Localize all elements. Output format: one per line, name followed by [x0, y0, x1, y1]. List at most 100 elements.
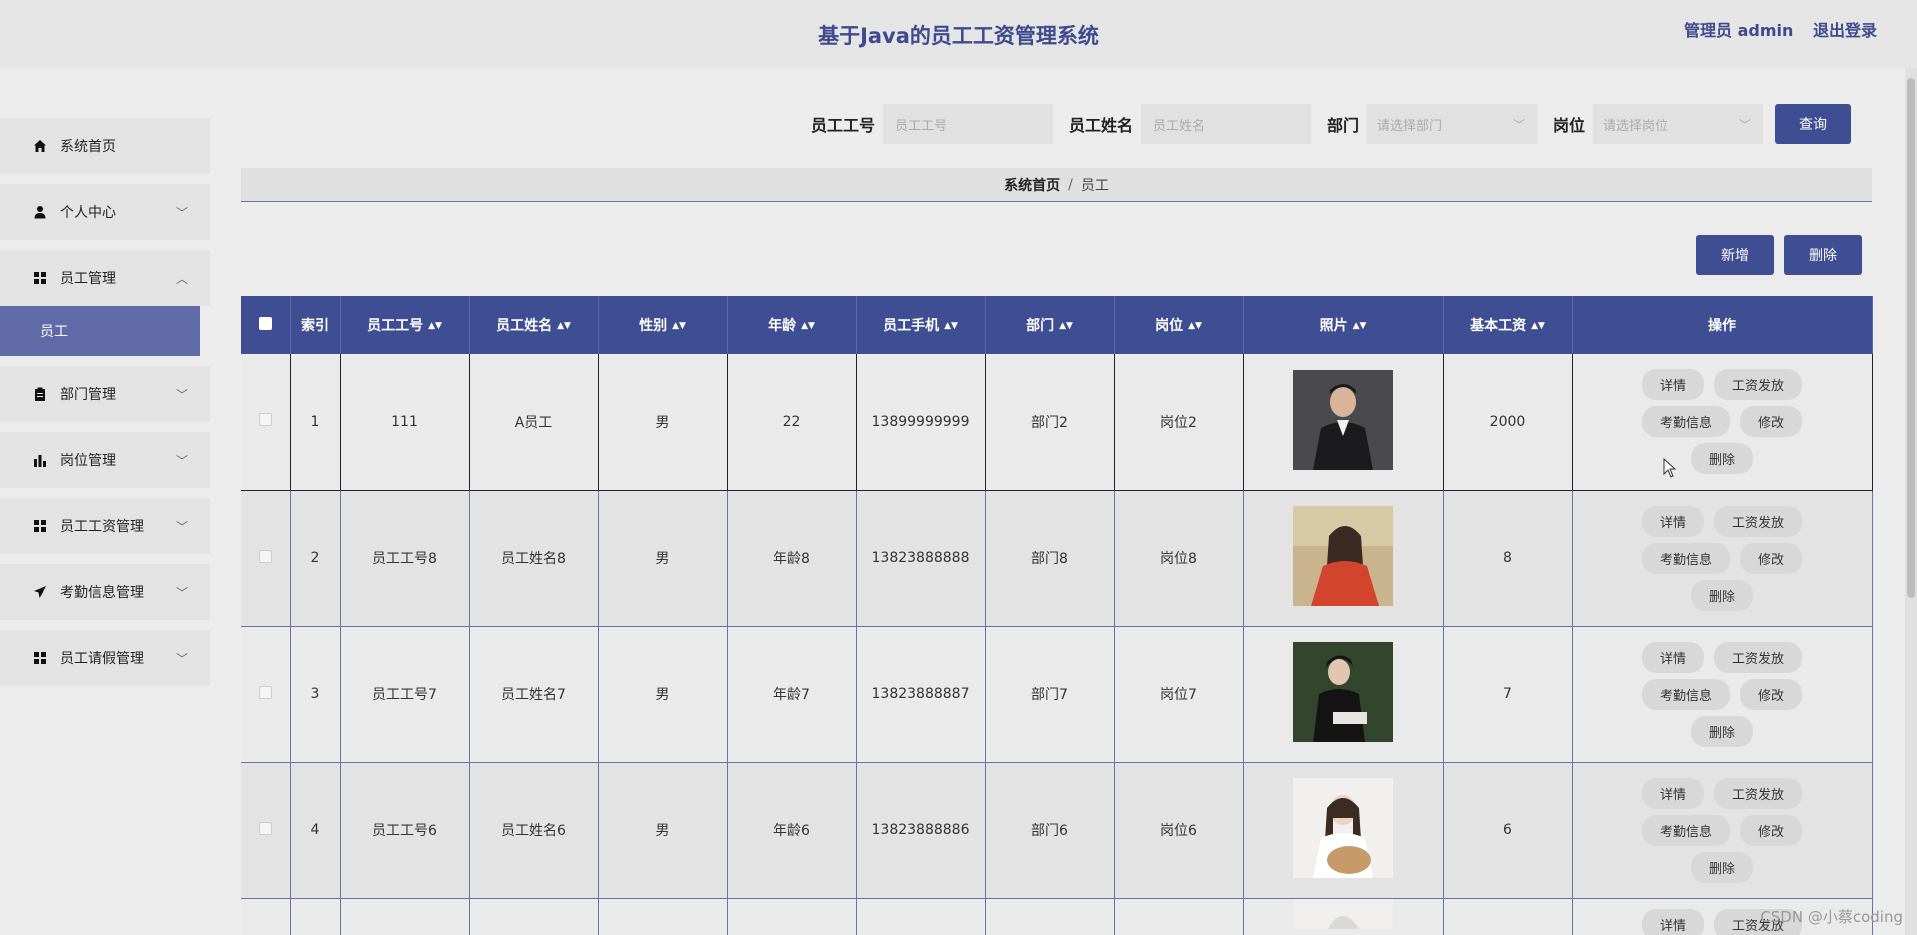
detail-button[interactable]: 详情 — [1641, 505, 1704, 537]
detail-button[interactable]: 详情 — [1641, 641, 1704, 673]
column-header[interactable]: 员工手机 ▲▼ — [856, 296, 986, 354]
sidebar-item-attendance-management[interactable]: 考勤信息管理 ﹀ — [0, 564, 210, 620]
employee-photo[interactable] — [1293, 506, 1393, 606]
row-checkbox[interactable] — [258, 549, 272, 563]
cell-photo — [1243, 898, 1444, 935]
breadcrumb-current: 员工 — [1080, 177, 1109, 194]
cell-dept: 部门7 — [985, 626, 1115, 763]
cell-gender: 男 — [598, 490, 728, 627]
emp-name-label: 员工姓名 — [1068, 116, 1133, 135]
detail-button[interactable]: 详情 — [1641, 908, 1704, 935]
cell-photo — [1243, 354, 1444, 491]
row-checkbox[interactable] — [258, 821, 272, 835]
attendance-button[interactable]: 考勤信息 — [1641, 542, 1730, 574]
sidebar-item-label: 员工管理 — [60, 271, 116, 287]
emp-name-input[interactable]: 员工姓名 — [1140, 104, 1311, 144]
watermark: CSDN @小蔡coding — [1760, 908, 1903, 926]
emp-no-input[interactable]: 员工工号 — [882, 104, 1053, 144]
column-header-label: 索引 — [301, 318, 329, 334]
chevron-down-icon: ﹀ — [175, 206, 188, 220]
detail-button[interactable]: 详情 — [1641, 777, 1704, 809]
column-header[interactable]: 基本工资 ▲▼ — [1443, 296, 1573, 354]
edit-button[interactable]: 修改 — [1740, 814, 1803, 846]
table-row: 详情 工资发放 — [241, 898, 1873, 935]
page-scrollbar[interactable] — [1905, 68, 1917, 935]
batch-delete-button[interactable]: 删除 — [1784, 235, 1862, 275]
employee-photo[interactable] — [1293, 642, 1393, 742]
column-header-label: 操作 — [1708, 318, 1736, 334]
sort-icon[interactable]: ▲▼ — [428, 321, 442, 331]
sidebar-item-label: 岗位管理 — [60, 453, 116, 469]
cell-salary: 7 — [1443, 626, 1573, 763]
sort-icon[interactable]: ▲▼ — [1059, 321, 1073, 331]
dept-select[interactable]: 请选择部门 ﹀ — [1366, 104, 1537, 144]
employee-table: 索引 员工工号 ▲▼ 员工姓名 ▲▼ 性别 ▲▼ 年龄 ▲▼ 员工手机 ▲▼ 部门 ▲▼ 岗… — [241, 296, 1873, 935]
admin-user-label[interactable]: 管理员 admin — [1684, 21, 1793, 40]
scrollbar-thumb[interactable] — [1907, 78, 1915, 598]
sort-icon[interactable]: ▲▼ — [672, 321, 686, 331]
employee-photo[interactable] — [1293, 369, 1393, 470]
sidebar-item-department-management[interactable]: 部门管理 ﹀ — [0, 366, 210, 422]
table-header-row: 索引 员工工号 ▲▼ 员工姓名 ▲▼ 性别 ▲▼ 年龄 ▲▼ 员工手机 ▲▼ 部门 ▲▼ 岗… — [241, 296, 1873, 354]
row-checkbox[interactable] — [258, 685, 272, 699]
grid-icon — [32, 650, 48, 666]
breadcrumb-home[interactable]: 系统首页 — [1004, 175, 1060, 195]
column-header[interactable]: 年龄 ▲▼ — [727, 296, 857, 354]
sidebar-item-label: 部门管理 — [60, 387, 116, 403]
sort-icon[interactable]: ▲▼ — [1188, 321, 1202, 331]
attendance-button[interactable]: 考勤信息 — [1641, 814, 1730, 846]
column-header[interactable]: 岗位 ▲▼ — [1114, 296, 1244, 354]
post-select[interactable]: 请选择岗位 ﹀ — [1593, 104, 1763, 144]
sort-icon[interactable]: ▲▼ — [944, 321, 958, 331]
logout-link[interactable]: 退出登录 — [1813, 21, 1877, 40]
column-header[interactable]: 性别 ▲▼ — [598, 296, 728, 354]
cell-post: 岗位7 — [1114, 626, 1244, 763]
column-header[interactable]: 员工工号 ▲▼ — [340, 296, 470, 354]
edit-button[interactable]: 修改 — [1740, 542, 1803, 574]
select-all-checkbox[interactable] — [258, 316, 272, 330]
pay-salary-button[interactable]: 工资发放 — [1714, 641, 1803, 673]
cell-operations: 详情 工资发放 考勤信息 修改 删除 — [1572, 762, 1873, 899]
edit-button[interactable]: 修改 — [1740, 406, 1803, 438]
sidebar-item-profile[interactable]: 个人中心 ﹀ — [0, 184, 210, 240]
attendance-button[interactable]: 考勤信息 — [1641, 406, 1730, 438]
cell-photo — [1243, 626, 1444, 763]
pay-salary-button[interactable]: 工资发放 — [1714, 369, 1803, 401]
sidebar-item-label: 考勤信息管理 — [60, 585, 144, 601]
sidebar-item-salary-management[interactable]: 员工工资管理 ﹀ — [0, 498, 210, 554]
cell-photo — [1243, 490, 1444, 627]
sidebar-item-leave-management[interactable]: 员工请假管理 ﹀ — [0, 630, 210, 686]
send-icon — [32, 584, 48, 600]
employee-photo[interactable] — [1293, 778, 1393, 878]
pay-salary-button[interactable]: 工资发放 — [1714, 505, 1803, 537]
delete-row-button[interactable]: 删除 — [1690, 851, 1753, 883]
column-header[interactable]: 部门 ▲▼ — [985, 296, 1115, 354]
delete-row-button[interactable]: 删除 — [1690, 579, 1753, 611]
row-checkbox[interactable] — [258, 413, 272, 427]
delete-row-button[interactable]: 删除 — [1690, 715, 1753, 747]
cell-emp-no: 员工工号8 — [340, 490, 470, 627]
sidebar-item-employee-management[interactable]: 员工管理 ︿ — [0, 250, 210, 306]
query-button[interactable]: 查询 — [1775, 104, 1851, 144]
sidebar-subitem-employee[interactable]: 员工 — [0, 306, 200, 356]
cell-salary: 6 — [1443, 762, 1573, 899]
sidebar-item-post-management[interactable]: 岗位管理 ﹀ — [0, 432, 210, 488]
pay-salary-button[interactable]: 工资发放 — [1714, 777, 1803, 809]
edit-button[interactable]: 修改 — [1740, 678, 1803, 710]
employee-photo[interactable] — [1293, 898, 1393, 929]
detail-button[interactable]: 详情 — [1641, 369, 1704, 401]
sort-icon[interactable]: ▲▼ — [801, 321, 815, 331]
delete-row-button[interactable]: 删除 — [1690, 443, 1753, 475]
table-actions: 新增 删除 — [1686, 235, 1862, 275]
sidebar-item-home[interactable]: 系统首页 — [0, 118, 210, 174]
attendance-button[interactable]: 考勤信息 — [1641, 678, 1730, 710]
add-button[interactable]: 新增 — [1696, 235, 1774, 275]
cell-index: 3 — [290, 626, 341, 763]
chevron-down-icon: ﹀ — [175, 586, 188, 600]
sort-icon[interactable]: ▲▼ — [557, 321, 571, 331]
column-header[interactable]: 照片 ▲▼ — [1243, 296, 1444, 354]
cell-photo — [1243, 762, 1444, 899]
sort-icon[interactable]: ▲▼ — [1353, 321, 1367, 331]
column-header[interactable]: 员工姓名 ▲▼ — [469, 296, 599, 354]
sort-icon[interactable]: ▲▼ — [1531, 321, 1545, 331]
